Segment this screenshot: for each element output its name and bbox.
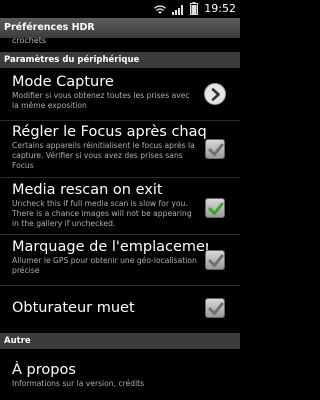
pref-summary: Modifier si vous obtenez toutes les pris… bbox=[12, 91, 190, 110]
chevron-right-icon[interactable] bbox=[204, 83, 226, 105]
category-header-device: Paramètres du périphérique bbox=[0, 52, 240, 68]
clock: 19:52 bbox=[204, 2, 236, 15]
status-bar: 19:52 bbox=[0, 0, 240, 18]
clipped-summary-text: crochets bbox=[12, 36, 47, 45]
pref-summary: Certains appareils réinitialisent le foc… bbox=[12, 141, 195, 170]
category-header-other: Autre bbox=[0, 333, 240, 349]
status-icons bbox=[153, 0, 198, 19]
page-title: Préférences HDR bbox=[4, 22, 95, 33]
focus-checkbox[interactable] bbox=[205, 139, 225, 159]
location-checkbox[interactable] bbox=[205, 250, 225, 270]
pref-mode-capture[interactable]: Mode Capture Modifier si vous obtenez to… bbox=[0, 69, 240, 120]
pref-title: Obturateur muet bbox=[12, 300, 135, 316]
title-bar: Préférences HDR bbox=[0, 18, 240, 38]
wifi-icon bbox=[153, 0, 167, 19]
pref-about[interactable]: À propos Informations sur la version, cr… bbox=[0, 350, 240, 400]
category-label: Paramètres du périphérique bbox=[4, 55, 140, 65]
signal-icon bbox=[172, 0, 185, 19]
pref-focus-after-capture[interactable]: Régler le Focus après chaque p Certains … bbox=[0, 121, 240, 177]
pref-media-rescan[interactable]: Media rescan on exit Uncheck this if ful… bbox=[0, 178, 240, 234]
pref-title: Mode Capture bbox=[12, 74, 114, 90]
mute-shutter-checkbox[interactable] bbox=[205, 298, 225, 318]
pref-mute-shutter[interactable]: Obturateur muet bbox=[0, 286, 240, 332]
media-rescan-checkbox[interactable] bbox=[205, 198, 225, 218]
category-label: Autre bbox=[4, 336, 31, 346]
pref-location-tagging[interactable]: Marquage de l'emplacement Allumer le GPS… bbox=[0, 235, 240, 285]
pref-title: À propos bbox=[12, 362, 76, 378]
pref-title: Marquage de l'emplacement bbox=[12, 239, 208, 255]
pref-title: Media rescan on exit bbox=[12, 182, 163, 198]
battery-icon bbox=[190, 0, 198, 19]
pref-summary: Uncheck this if full media scan is slow … bbox=[12, 199, 192, 228]
pref-summary: Allumer le GPS pour obtenir une géo-loca… bbox=[12, 256, 197, 275]
pref-summary: Informations sur la version, crédits bbox=[12, 379, 145, 388]
pref-title: Régler le Focus après chaque p bbox=[12, 124, 208, 140]
